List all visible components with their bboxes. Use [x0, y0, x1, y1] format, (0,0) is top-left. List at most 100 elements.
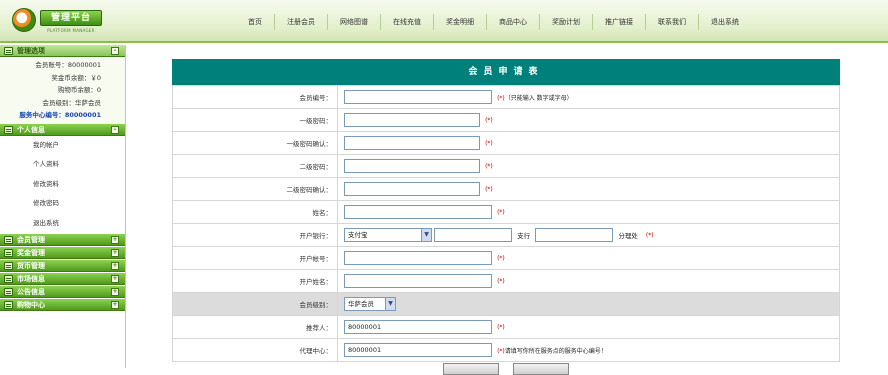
nav-product-center[interactable]: 商品中心 — [494, 14, 532, 30]
top-header: 管理平台 PLATFORM MANAGER 首页 注册会员 网络图谱 在线充值 … — [0, 0, 888, 43]
nav-bonus-details[interactable]: 奖金明细 — [441, 14, 479, 30]
nav-promo-link[interactable]: 推广链接 — [600, 14, 638, 30]
bank-account-input[interactable] — [344, 251, 492, 265]
expand-icon[interactable]: + — [111, 262, 119, 270]
sidebar-section-shopping[interactable]: 购物中心 + — [0, 299, 125, 311]
sidebar-item-change-password[interactable]: 修改密码 — [0, 194, 125, 214]
member-id-text: 会员账号：80000001 — [35, 61, 101, 69]
logo-title: 管理平台 — [40, 10, 102, 26]
required-mark: (*) — [485, 139, 493, 147]
sub-branch-label: 分理处 — [618, 232, 638, 240]
sidebar: 管理选项 – 会员账号：80000001 奖金币余额：￥0 购物币余额：0 会员… — [0, 45, 126, 368]
form-row-bank-name: 开户姓名： (*) — [172, 269, 840, 293]
nav-register-member[interactable]: 注册会员 — [282, 14, 320, 30]
sidebar-item-edit-profile[interactable]: 修改资料 — [0, 175, 125, 195]
nav-reward-plan[interactable]: 奖励计划 — [547, 14, 585, 30]
reset-button[interactable] — [513, 363, 569, 375]
nav-contact-us[interactable]: 联系我们 — [653, 14, 691, 30]
member-level-text: 会员级别：华萨会员 — [42, 98, 102, 107]
field-label: 二级密码： — [172, 154, 338, 178]
expand-icon[interactable]: + — [111, 249, 119, 257]
field-label: 二级密码确认： — [172, 177, 338, 201]
required-mark: (*) — [485, 185, 493, 193]
expand-icon[interactable]: + — [111, 301, 119, 309]
sidebar-header-label: 个人信息 — [17, 125, 45, 134]
nav-network-map[interactable]: 网络图谱 — [335, 14, 373, 30]
form-row-referrer: 推荐人： 80000001 (*) — [172, 315, 840, 339]
branch-input[interactable] — [434, 228, 513, 242]
sub-branch-input[interactable] — [535, 228, 614, 242]
member-no-input[interactable] — [344, 90, 492, 104]
nav-online-recharge[interactable]: 在线充值 — [388, 14, 426, 30]
field-label: 一级密码确认： — [172, 131, 338, 155]
field-label: 会员编号： — [172, 85, 338, 109]
field-label: 代理中心： — [172, 338, 338, 362]
account-summary: 会员账号：80000001 奖金币余额：￥0 购物币余额：0 会员级别：华萨会员… — [0, 57, 125, 124]
member-no-note: （只能输入 数字或字母） — [504, 94, 573, 102]
submit-button[interactable] — [443, 363, 499, 375]
account-holder-input[interactable] — [344, 274, 492, 288]
sidebar-header-personal[interactable]: 个人信息 – — [0, 123, 125, 136]
name-input[interactable] — [344, 205, 492, 219]
nav-divider — [698, 14, 699, 30]
expand-icon[interactable]: + — [111, 275, 119, 283]
member-application-form: 会员申请表 会员编号： (*)（只能输入 数字或字母） 一级密码： (*) 一级… — [172, 59, 840, 362]
nav-divider — [486, 14, 487, 30]
nav-logout[interactable]: 退出系统 — [706, 14, 744, 30]
required-mark: (*) — [497, 347, 505, 355]
chevron-down-icon[interactable]: ▼ — [421, 229, 431, 241]
field-label: 姓名： — [172, 200, 338, 224]
second-password-input[interactable] — [344, 159, 480, 173]
referrer-input[interactable]: 80000001 — [344, 320, 492, 334]
sidebar-section-label: 货币管理 — [17, 262, 45, 270]
form-row-pwd2-confirm: 二级密码确认： (*) — [172, 177, 840, 201]
second-password-confirm-input[interactable] — [344, 182, 480, 196]
sidebar-section-bonus-mgmt[interactable]: 奖金管理 + — [0, 247, 125, 259]
member-level-select[interactable]: 华萨会员 ▼ — [344, 297, 396, 311]
sidebar-item-my-account[interactable]: 我的帐户 — [0, 136, 125, 156]
platform-logo[interactable]: 管理平台 PLATFORM MANAGER — [8, 6, 108, 36]
shopping-balance-text: 购物币余额：0 — [57, 86, 101, 94]
sidebar-section-announcements[interactable]: 公告信息 + — [0, 286, 125, 298]
service-center-text: 服务中心编号：80000001 — [19, 111, 101, 119]
first-password-input[interactable] — [344, 113, 480, 127]
first-password-confirm-input[interactable] — [344, 136, 480, 150]
form-row-pwd1-confirm: 一级密码确认： (*) — [172, 131, 840, 155]
form-row-member-no: 会员编号： (*)（只能输入 数字或字母） — [172, 85, 840, 109]
form-row-center: 代理中心： 80000001 (*)请填写你所在服务点的服务中心编号！ — [172, 338, 840, 362]
required-mark: (*) — [497, 254, 505, 262]
form-table: 会员编号： (*)（只能输入 数字或字母） 一级密码： (*) 一级密码确认： … — [172, 85, 840, 362]
logo-emblem-icon — [12, 8, 36, 32]
form-title: 会员申请表 — [172, 59, 840, 85]
member-level-value: 华萨会员 — [348, 300, 374, 308]
agent-center-input[interactable]: 80000001 — [344, 343, 492, 357]
sidebar-item-profile[interactable]: 个人资料 — [0, 155, 125, 175]
sidebar-section-label: 会员管理 — [17, 236, 45, 244]
chevron-down-icon[interactable]: ▼ — [385, 298, 395, 310]
form-row-pwd2: 二级密码： (*) — [172, 154, 840, 178]
sidebar-header-label: 管理选项 — [17, 47, 45, 55]
sidebar-header-admin[interactable]: 管理选项 – — [0, 45, 125, 57]
field-label: 一级密码： — [172, 108, 338, 132]
bank-select[interactable]: 支付宝 ▼ — [344, 228, 432, 242]
sidebar-section-market-info[interactable]: 市场信息 + — [0, 273, 125, 285]
nav-home[interactable]: 首页 — [243, 14, 267, 30]
list-icon — [4, 275, 13, 283]
collapse-icon[interactable]: – — [111, 47, 119, 55]
sidebar-section-label: 公告信息 — [17, 288, 45, 296]
form-row-bank-account: 开户帐号： (*) — [172, 246, 840, 270]
expand-icon[interactable]: + — [111, 288, 119, 296]
expand-icon[interactable]: + — [111, 236, 119, 244]
required-mark: (*) — [497, 277, 505, 285]
sidebar-section-label: 购物中心 — [17, 301, 45, 309]
nav-divider — [327, 14, 328, 30]
list-icon — [4, 47, 13, 55]
nav-divider — [539, 14, 540, 30]
collapse-icon[interactable]: – — [111, 125, 119, 134]
sidebar-item-logout[interactable]: 退出系统 — [0, 214, 125, 234]
sidebar-section-currency-mgmt[interactable]: 货币管理 + — [0, 260, 125, 272]
bonus-balance-text: 奖金币余额：￥0 — [51, 73, 101, 82]
sidebar-section-member-mgmt[interactable]: 会员管理 + — [0, 234, 125, 246]
nav-divider — [433, 14, 434, 30]
field-label: 推荐人： — [172, 315, 338, 339]
